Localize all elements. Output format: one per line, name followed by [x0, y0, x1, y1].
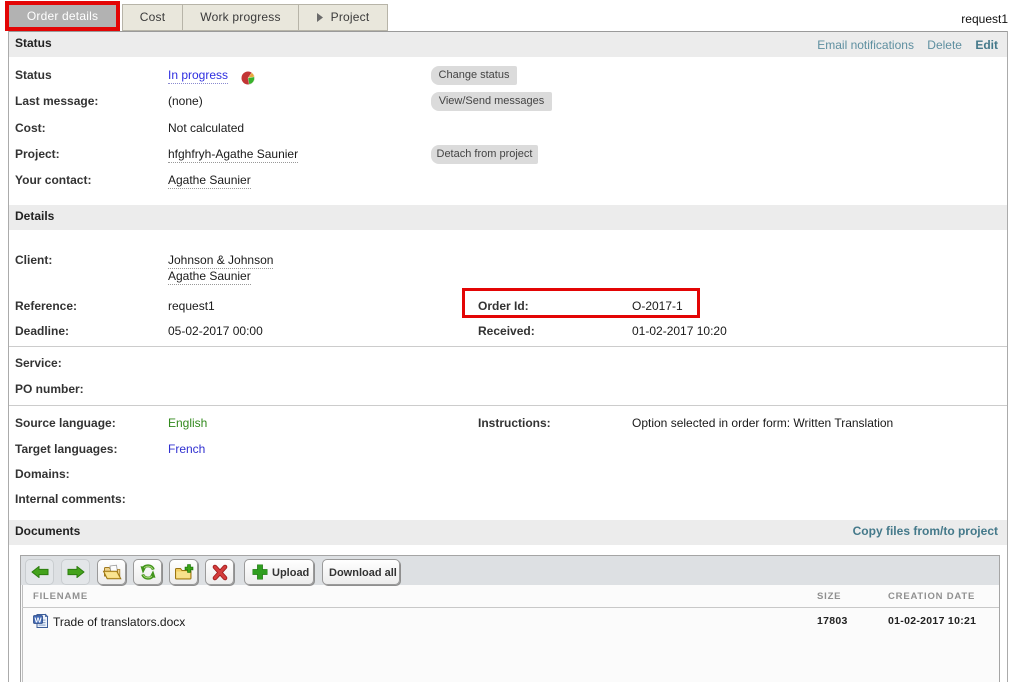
svg-text:W: W	[34, 616, 42, 625]
